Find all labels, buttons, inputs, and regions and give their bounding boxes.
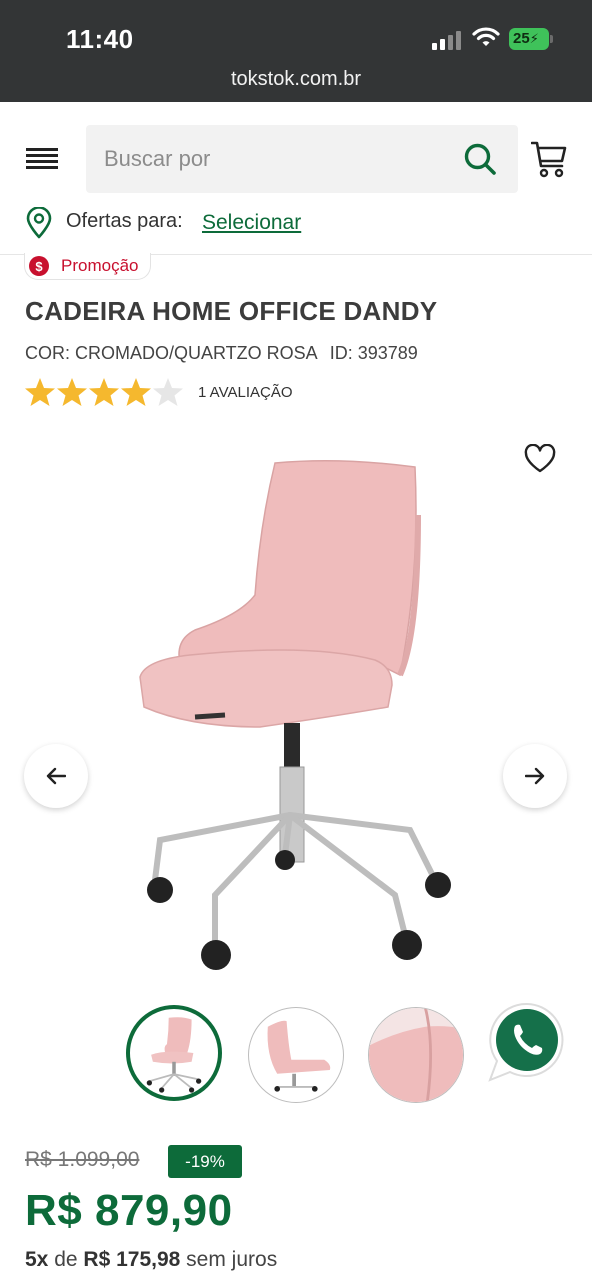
installments-value: R$ 175,98 [83, 1248, 181, 1271]
product-image[interactable] [130, 455, 460, 975]
promo-badge-label: Promoção [61, 256, 139, 275]
thumbnail-chair-side-image [267, 1020, 331, 1092]
cart-icon[interactable] [531, 140, 567, 178]
url-bar[interactable]: tokstok.com.br [0, 68, 592, 91]
installments-count: 5x [25, 1248, 49, 1271]
product-color: COR: CROMADO/QUARTZO ROSA [25, 343, 318, 363]
current-price: R$ 879,90 [25, 1186, 233, 1235]
installments-suffix: sem juros [186, 1248, 278, 1271]
promo-badge: $ Promoção [24, 253, 152, 280]
offers-label: Ofertas para: [66, 210, 183, 232]
installments-text: 5x de R$ 175,98 sem juros [25, 1248, 277, 1272]
search-input[interactable] [104, 125, 454, 193]
arrow-left-icon [46, 767, 66, 785]
location-pin-icon [26, 207, 52, 239]
thumbnail-fabric-detail-image [369, 1008, 463, 1102]
battery-icon: 25⚡ [509, 28, 553, 50]
dollar-icon: $ [29, 256, 49, 276]
menu-icon[interactable] [26, 147, 58, 171]
rating-stars[interactable] [24, 376, 184, 408]
star-icon [89, 378, 119, 406]
search-bar [86, 125, 518, 193]
thumbnail-chair-image [146, 1017, 202, 1093]
star-icon [57, 378, 87, 406]
star-empty-icon [153, 378, 183, 406]
image-prev-button[interactable] [24, 744, 88, 808]
star-icon [25, 378, 55, 406]
product-id: ID: 393789 [329, 343, 418, 363]
thumbnail-2[interactable] [248, 1007, 344, 1103]
old-price: R$ 1.099,00 [25, 1148, 140, 1171]
image-next-button[interactable] [503, 744, 567, 808]
battery-level: 25 [513, 30, 530, 47]
status-time: 11:40 [66, 24, 134, 54]
product-title: CADEIRA HOME OFFICE DANDY [25, 296, 438, 326]
arrow-right-icon [525, 767, 545, 785]
product-meta: COR: CROMADO/QUARTZO ROSA ID: 393789 [25, 343, 418, 364]
star-icon [121, 378, 151, 406]
discount-badge: -19% [168, 1145, 242, 1178]
heart-icon[interactable] [524, 444, 556, 474]
select-location-link[interactable]: Selecionar [202, 211, 301, 235]
browser-status-bar: 11:40 25⚡ tokstok.com.br [0, 0, 592, 102]
thumbnail-3[interactable] [368, 1007, 464, 1103]
installments-de: de [54, 1248, 78, 1271]
wifi-icon [472, 27, 500, 46]
search-icon[interactable] [463, 142, 497, 176]
cellular-signal-icon [432, 31, 461, 50]
whatsapp-icon[interactable] [486, 1000, 568, 1084]
reviews-count[interactable]: 1 AVALIAÇÃO [198, 384, 293, 401]
thumbnail-1[interactable] [126, 1005, 222, 1101]
